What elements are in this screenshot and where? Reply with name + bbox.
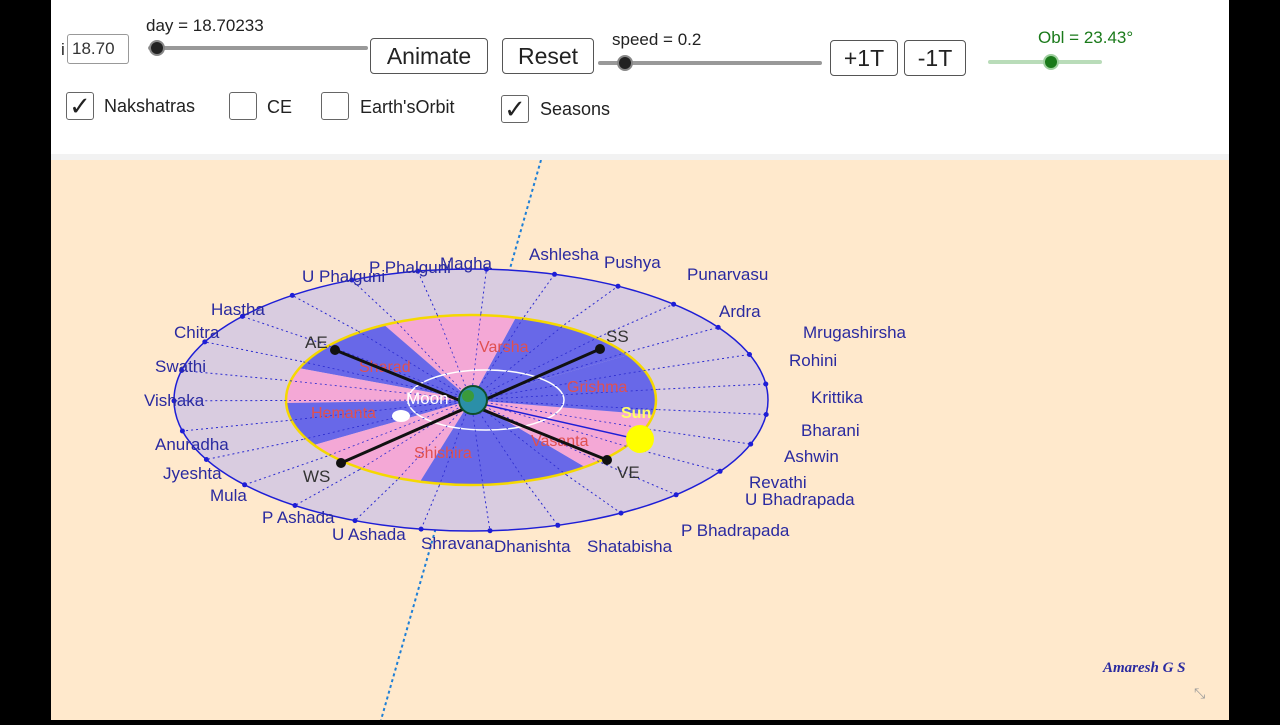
nakshatra-label: Chitra bbox=[174, 323, 220, 342]
applet: i day = 18.70233 Animate Reset speed = 0… bbox=[51, 0, 1229, 720]
nakshatra-label: Pushya bbox=[604, 253, 661, 272]
nakshatra-label: Rohini bbox=[789, 351, 837, 370]
graphics-view[interactable]: Ashlesha Pushya Punarvasu Ardra Mrugashirsha… bbox=[51, 160, 1229, 720]
nakshatra-point bbox=[180, 429, 185, 434]
nakshatra-label: Mula bbox=[210, 486, 247, 505]
nakshatra-label: P Phalguni bbox=[369, 258, 451, 277]
nakshatra-label: Magha bbox=[440, 254, 493, 273]
nakshatra-point bbox=[353, 518, 358, 523]
earths-orbit-checkbox[interactable] bbox=[321, 92, 349, 120]
nakshatra-point bbox=[671, 302, 676, 307]
nakshatra-label: Vishaka bbox=[144, 391, 205, 410]
ce-label: CE bbox=[267, 97, 292, 118]
season-label: Shishira bbox=[414, 445, 472, 462]
nakshatra-label: Ardra bbox=[719, 302, 761, 321]
ve-label: VE bbox=[617, 463, 640, 482]
ae-point bbox=[330, 345, 340, 355]
day-slider-track[interactable] bbox=[148, 46, 368, 50]
moon-label: Moon bbox=[406, 389, 449, 408]
nakshatra-point bbox=[716, 325, 721, 330]
minus-period-button[interactable]: -1T bbox=[904, 40, 966, 76]
day-input[interactable] bbox=[67, 34, 129, 64]
season-label: Hemanta bbox=[311, 405, 376, 422]
nakshatra-label: Punarvasu bbox=[687, 265, 768, 284]
nakshatra-label: Krittika bbox=[811, 388, 864, 407]
nakshatra-point bbox=[419, 527, 424, 532]
ae-label: AE bbox=[305, 333, 328, 352]
nakshatra-point bbox=[748, 442, 753, 447]
fullscreen-icon[interactable]: ⤡ bbox=[1194, 685, 1205, 702]
reset-button[interactable]: Reset bbox=[502, 38, 594, 74]
speed-label: speed = 0.2 bbox=[612, 30, 701, 50]
day-label: day = 18.70233 bbox=[146, 16, 264, 36]
nakshatra-label: Ashlesha bbox=[529, 245, 599, 264]
nakshatra-label: Ashwin bbox=[784, 447, 839, 466]
ss-point bbox=[595, 344, 605, 354]
earths-orbit-label: Earth'sOrbit bbox=[360, 97, 454, 118]
sun-label: Sun bbox=[621, 405, 651, 422]
nakshatra-point bbox=[764, 412, 769, 417]
nakshatra-point bbox=[290, 293, 295, 298]
nakshatra-point bbox=[616, 284, 621, 289]
nakshatra-label: Shatabisha bbox=[587, 537, 673, 556]
nakshatra-label: Jyeshta bbox=[163, 464, 222, 483]
nakshatra-point bbox=[488, 528, 493, 533]
season-label: Grishma bbox=[567, 379, 628, 396]
season-label: Varsha bbox=[479, 339, 529, 356]
earth-land bbox=[462, 390, 474, 402]
obliquity-slider-knob[interactable] bbox=[1043, 54, 1059, 70]
nakshatra-point bbox=[619, 511, 624, 516]
nakshatra-label: Anuradha bbox=[155, 435, 229, 454]
plus-period-button[interactable]: +1T bbox=[830, 40, 898, 76]
seasons-checkbox[interactable]: ✓ bbox=[501, 95, 529, 123]
nakshatra-label: Dhanishta bbox=[494, 537, 571, 556]
nakshatra-point bbox=[674, 492, 679, 497]
nakshatras-label: Nakshatras bbox=[104, 96, 195, 117]
ws-point bbox=[336, 458, 346, 468]
nakshatra-point bbox=[763, 382, 768, 387]
nakshatra-label: Mrugashirsha bbox=[803, 323, 907, 342]
nakshatra-label: Hastha bbox=[211, 300, 265, 319]
animate-button[interactable]: Animate bbox=[370, 38, 488, 74]
day-slider-knob[interactable] bbox=[149, 40, 165, 56]
moon bbox=[392, 410, 410, 422]
ss-label: SS bbox=[606, 327, 629, 346]
nakshatra-label: U Bhadrapada bbox=[745, 490, 855, 509]
i-label: i bbox=[61, 40, 65, 60]
sun bbox=[626, 425, 654, 453]
nakshatra-point bbox=[718, 469, 723, 474]
nakshatra-label: Shravana bbox=[421, 534, 494, 553]
nakshatras-checkbox[interactable]: ✓ bbox=[66, 92, 94, 120]
ws-label: WS bbox=[303, 467, 330, 486]
nakshatra-label: P Bhadrapada bbox=[681, 521, 790, 540]
speed-slider-knob[interactable] bbox=[617, 55, 633, 71]
nakshatra-season-diagram: Ashlesha Pushya Punarvasu Ardra Mrugashirsha… bbox=[51, 160, 1229, 720]
nakshatra-point bbox=[552, 272, 557, 277]
ve-point bbox=[602, 455, 612, 465]
nakshatra-point bbox=[204, 457, 209, 462]
ce-checkbox[interactable] bbox=[229, 92, 257, 120]
nakshatra-label: Bharani bbox=[801, 421, 860, 440]
nakshatra-label: Swathi bbox=[155, 357, 206, 376]
nakshatra-label: U Ashada bbox=[332, 525, 406, 544]
toolbar: i day = 18.70233 Animate Reset speed = 0… bbox=[51, 0, 1229, 155]
nakshatra-point bbox=[555, 523, 560, 528]
author-signature: Amaresh G S bbox=[1103, 660, 1186, 677]
obliquity-label: Obl = 23.43° bbox=[1038, 28, 1133, 48]
nakshatra-point bbox=[747, 352, 752, 357]
earth bbox=[459, 386, 487, 414]
seasons-label: Seasons bbox=[540, 99, 610, 120]
nakshatra-label: P Ashada bbox=[262, 508, 335, 527]
